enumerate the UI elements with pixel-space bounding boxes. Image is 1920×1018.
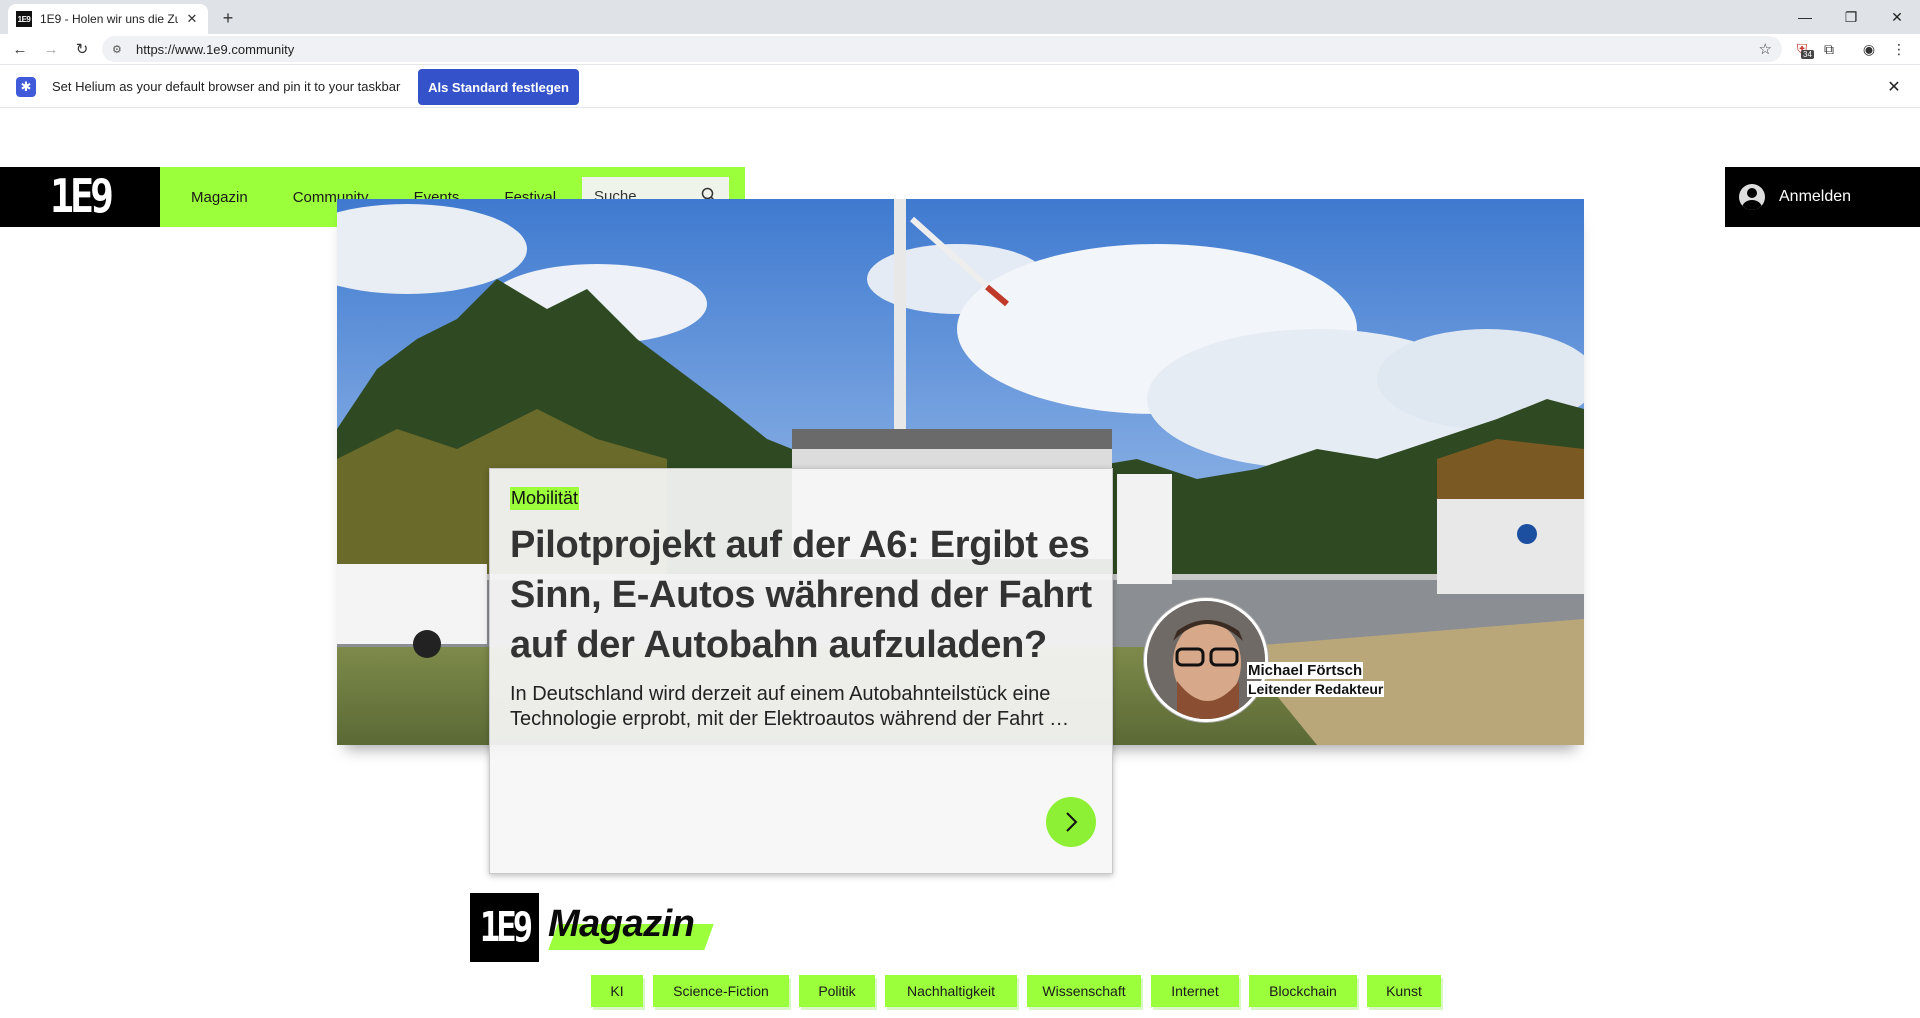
back-icon[interactable]: ← [9,38,31,60]
extension-shield-icon[interactable]: ⛨ 34 [1791,38,1814,60]
login-label: Anmelden [1779,188,1852,205]
category-pill-blockchain[interactable]: Blockchain [1249,975,1357,1007]
nav-link-magazin[interactable]: Magazin [160,189,248,206]
site-logo-text: 1E9 [49,170,114,224]
extensions-puzzle-icon[interactable]: ⧉ [1818,38,1840,60]
category-pill-nachhaltigkeit[interactable]: Nachhaltigkeit [885,975,1017,1007]
user-avatar-icon [1739,184,1765,210]
site-info-icon[interactable]: ⚙ [112,43,128,56]
menu-kebab-icon[interactable]: ⋮ [1888,38,1910,60]
author-name[interactable]: Michael Förtsch [1247,662,1364,679]
tab-title: 1E9 - Holen wir uns die Zu [40,12,178,26]
magazin-logo-text: 1E9 [479,903,533,952]
featured-article-card[interactable]: Mobilität Pilotprojekt auf der A6: Ergib… [489,468,1113,874]
close-window-icon[interactable]: ✕ [1874,0,1920,34]
browser-toolbar: ← → ↻ ⚙ https://www.1e9.community ☆ ⛨ 34 … [0,34,1920,64]
category-pill-science-fiction[interactable]: Science-Fiction [653,975,789,1007]
article-category-tag[interactable]: Mobilität [510,487,580,510]
site-favicon-icon: 1E9 [16,11,32,27]
category-pill-ki[interactable]: KI [591,975,643,1007]
reload-icon[interactable]: ↻ [71,38,93,60]
infobar-message: Set Helium as your default browser and p… [52,79,401,94]
forward-icon[interactable]: → [40,38,62,60]
tab-close-icon[interactable]: ✕ [184,11,200,27]
article-teaser: In Deutschland wird derzeit auf einem Au… [510,683,1070,730]
minimize-icon[interactable]: — [1782,0,1828,34]
magazin-category-list: KI Science-Fiction Politik Nachhaltigkei… [591,975,1451,1007]
category-pill-internet[interactable]: Internet [1151,975,1239,1007]
profile-icon[interactable]: ◉ [1858,38,1880,60]
default-browser-infobar: ✱ Set Helium as your default browser and… [0,64,1920,108]
site-logo[interactable]: 1E9 [0,167,160,227]
browser-tab-strip: 1E9 1E9 - Holen wir uns die Zu ✕ + — ❐ ✕ [0,0,1920,34]
magazin-section-title: Magazin [548,903,695,945]
helium-logo-icon: ✱ [16,77,36,97]
url-text: https://www.1e9.community [136,41,295,57]
chevron-right-icon [1066,812,1078,832]
bookmark-star-icon[interactable]: ☆ [1759,40,1772,58]
article-headline[interactable]: Pilotprojekt auf der A6: Ergibt es Sinn,… [510,520,1092,670]
new-tab-icon[interactable]: + [216,6,240,30]
category-pill-kunst[interactable]: Kunst [1367,975,1441,1007]
login-button[interactable]: Anmelden [1725,167,1920,227]
browser-tab[interactable]: 1E9 1E9 - Holen wir uns die Zu ✕ [8,4,208,34]
infobar-close-icon[interactable]: ✕ [1882,75,1906,99]
extension-badge: 34 [1801,50,1814,59]
category-pill-politik[interactable]: Politik [799,975,875,1007]
address-bar[interactable]: ⚙ https://www.1e9.community ☆ [102,36,1782,62]
restore-icon[interactable]: ❐ [1828,0,1874,34]
category-pill-wissenschaft[interactable]: Wissenschaft [1027,975,1141,1007]
author-avatar[interactable] [1144,598,1268,722]
set-default-button[interactable]: Als Standard festlegen [418,69,579,105]
read-more-button[interactable] [1046,797,1096,847]
author-role: Leitender Redakteur [1247,681,1385,697]
magazin-logo: 1E9 [470,893,539,962]
